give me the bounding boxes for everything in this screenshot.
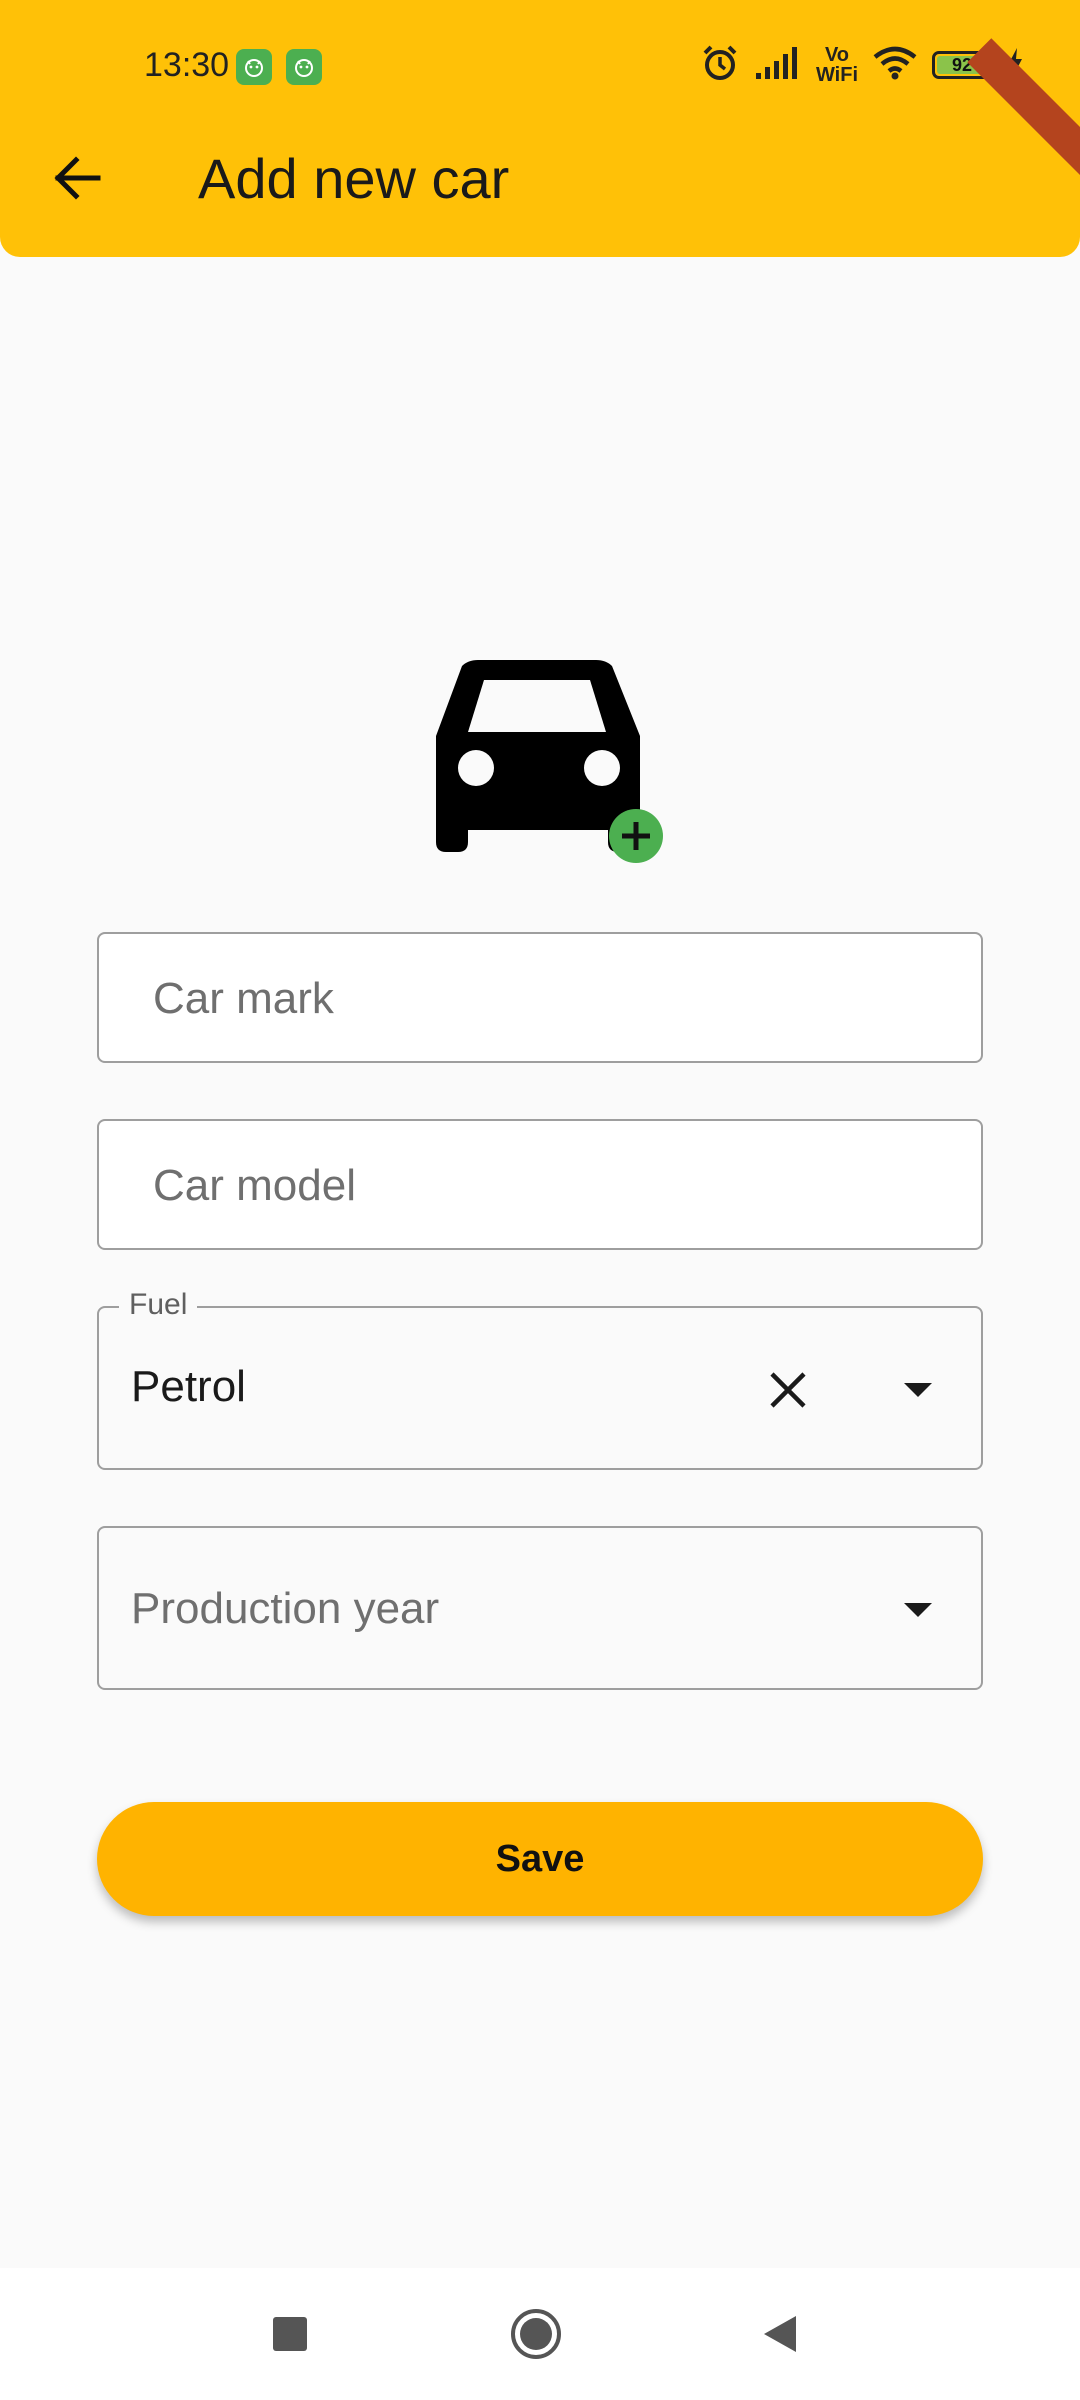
square-recents-icon bbox=[273, 2317, 307, 2351]
car-model-field[interactable]: Car model bbox=[97, 1119, 983, 1250]
vowifi-bottom: WiFi bbox=[815, 64, 858, 86]
alarm-icon bbox=[700, 43, 740, 88]
caret-down-icon bbox=[904, 1603, 932, 1617]
production-year-placeholder: Production year bbox=[131, 1584, 440, 1633]
status-bar: 13:30 Vo WiFi 92 bbox=[0, 0, 1080, 130]
save-button[interactable]: Save bbox=[97, 1802, 983, 1916]
production-year-dropdown[interactable]: Production year bbox=[97, 1526, 983, 1690]
car-mark-field[interactable]: Car mark bbox=[97, 932, 983, 1063]
close-icon bbox=[770, 1372, 806, 1408]
recents-button[interactable] bbox=[254, 2298, 326, 2370]
fuel-label: Fuel bbox=[119, 1288, 198, 1322]
triangle-back-icon bbox=[764, 2316, 796, 2352]
system-nav-bar bbox=[0, 2268, 1080, 2400]
vowifi-top: Vo bbox=[824, 44, 850, 66]
production-year-dropdown-toggle[interactable] bbox=[883, 1575, 953, 1645]
notification-app-icon bbox=[286, 49, 322, 85]
car-model-placeholder: Car model bbox=[153, 1161, 356, 1210]
car-add-icon[interactable] bbox=[432, 656, 668, 864]
status-time: 13:30 bbox=[144, 46, 230, 84]
car-mark-placeholder: Car mark bbox=[153, 974, 334, 1023]
caret-down-icon bbox=[904, 1383, 932, 1397]
fuel-dropdown-toggle[interactable] bbox=[883, 1355, 953, 1425]
vowifi-indicator: Vo WiFi bbox=[816, 45, 858, 85]
wifi-icon bbox=[872, 45, 918, 86]
clear-button[interactable] bbox=[753, 1355, 823, 1425]
app-bar: 13:30 Vo WiFi 92 Add new car bbox=[0, 0, 1080, 257]
arrow-left-icon bbox=[54, 156, 101, 200]
signal-icon bbox=[754, 45, 802, 86]
fuel-dropdown[interactable]: Fuel Petrol bbox=[97, 1288, 983, 1470]
fuel-value: Petrol bbox=[131, 1362, 246, 1411]
notification-app-icon bbox=[236, 49, 272, 85]
page-title: Add new car bbox=[198, 147, 510, 210]
back-button[interactable] bbox=[44, 145, 110, 211]
circle-home-icon bbox=[511, 2309, 561, 2359]
back-nav-button[interactable] bbox=[744, 2298, 816, 2370]
home-button[interactable] bbox=[500, 2298, 572, 2370]
